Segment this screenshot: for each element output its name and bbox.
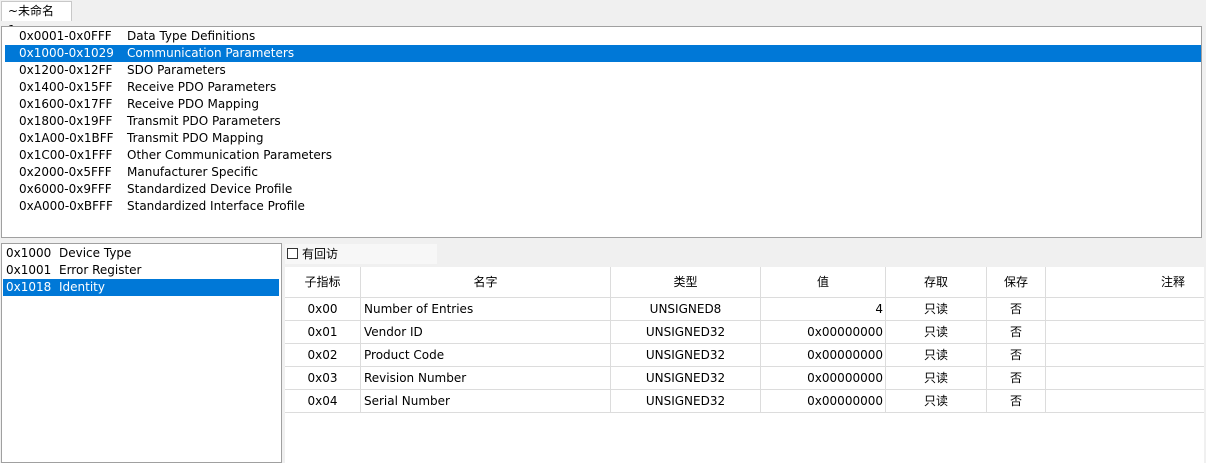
cell-comment[interactable] <box>1046 321 1204 343</box>
range-item-range: 0x1400-0x15FF <box>19 80 113 94</box>
cell-access: 只读 <box>886 390 987 412</box>
cell-type: UNSIGNED32 <box>611 321 761 343</box>
cell-comment[interactable] <box>1046 298 1204 320</box>
cell-type: UNSIGNED32 <box>611 344 761 366</box>
range-item-range: 0x0001-0x0FFF <box>19 29 112 43</box>
range-item[interactable]: 0x6000-0x9FFF Standardized Device Profile <box>5 181 1201 198</box>
range-item-name: Receive PDO Parameters <box>127 80 277 94</box>
range-item-name: Manufacturer Specific <box>127 165 258 179</box>
cell-subindex: 0x03 <box>285 367 361 389</box>
object-item[interactable]: 0x1018 Identity <box>3 279 279 296</box>
cell-value[interactable]: 0x00000000 <box>761 321 886 343</box>
cell-access: 只读 <box>886 298 987 320</box>
cell-subindex: 0x01 <box>285 321 361 343</box>
object-item[interactable]: 0x1000 Device Type <box>3 245 279 262</box>
range-item-name: Standardized Interface Profile <box>127 199 305 213</box>
range-item[interactable]: 0x1C00-0x1FFF Other Communication Paramet… <box>5 147 1201 164</box>
header-access[interactable]: 存取 <box>886 267 987 297</box>
range-item-range: 0x1A00-0x1BFF <box>19 131 114 145</box>
cell-value[interactable]: 0x00000000 <box>761 344 886 366</box>
range-item[interactable]: 0x1A00-0x1BFF Transmit PDO Mapping <box>5 130 1201 147</box>
range-item-range: 0x1000-0x1029 <box>19 46 114 60</box>
cell-comment[interactable] <box>1046 367 1204 389</box>
table-header: 子指标 名字 类型 值 存取 保存 注释 <box>285 267 1204 298</box>
range-item-range: 0xA000-0xBFFF <box>19 199 113 213</box>
cell-subindex: 0x00 <box>285 298 361 320</box>
cell-name: Number of Entries <box>361 298 611 320</box>
cell-comment[interactable] <box>1046 390 1204 412</box>
range-item-range: 0x1200-0x12FF <box>19 63 113 77</box>
range-item-name: Receive PDO Mapping <box>127 97 260 111</box>
header-subindex[interactable]: 子指标 <box>285 267 361 297</box>
range-item-name: Other Communication Parameters <box>127 148 332 162</box>
range-item-name: Transmit PDO Parameters <box>127 114 281 128</box>
cell-access: 只读 <box>886 344 987 366</box>
cell-save: 否 <box>987 390 1046 412</box>
subindex-table: 子指标 名字 类型 值 存取 保存 注释 0x00 Number of Entri… <box>285 267 1204 463</box>
cell-value[interactable]: 4 <box>761 298 886 320</box>
cell-value[interactable]: 0x00000000 <box>761 390 886 412</box>
cell-save: 否 <box>987 367 1046 389</box>
range-item-range: 0x1C00-0x1FFF <box>19 148 113 162</box>
table-row[interactable]: 0x03 Revision Number UNSIGNED32 0x00000000 只… <box>285 367 1204 390</box>
object-item-name: Error Register <box>59 263 142 277</box>
header-type[interactable]: 类型 <box>611 267 761 297</box>
range-item-name: SDO Parameters <box>127 63 226 77</box>
readback-checkbox[interactable] <box>287 248 298 259</box>
cell-type: UNSIGNED8 <box>611 298 761 320</box>
range-item[interactable]: 0x1200-0x12FF SDO Parameters <box>5 62 1201 79</box>
cell-name: Vendor ID <box>361 321 611 343</box>
cell-save: 否 <box>987 321 1046 343</box>
cell-type: UNSIGNED32 <box>611 390 761 412</box>
object-item-index: 0x1018 <box>6 280 52 294</box>
readback-label: 有回访 <box>302 247 339 261</box>
object-index-list[interactable]: 0x1000 Device Type 0x1001 Error Register 0x1… <box>1 243 282 463</box>
range-item-name: Communication Parameters <box>127 46 295 60</box>
object-range-list[interactable]: 0x0001-0x0FFF Data Type Definitions 0x1000… <box>1 26 1202 238</box>
range-item[interactable]: 0x1600-0x17FF Receive PDO Mapping <box>5 96 1201 113</box>
range-item[interactable]: 0x0001-0x0FFF Data Type Definitions <box>5 28 1201 45</box>
table-row[interactable]: 0x00 Number of Entries UNSIGNED8 4 只读否 <box>285 298 1204 321</box>
object-item-index: 0x1001 <box>6 263 52 277</box>
header-comment[interactable]: 注释 <box>1046 267 1204 297</box>
readback-option[interactable]: 有回访 <box>285 244 437 264</box>
object-item-name: Identity <box>59 280 105 294</box>
range-item-name: Transmit PDO Mapping <box>127 131 264 145</box>
range-item[interactable]: 0x1400-0x15FF Receive PDO Parameters <box>5 79 1201 96</box>
range-item-range: 0x2000-0x5FFF <box>19 165 112 179</box>
range-item[interactable]: 0x1000-0x1029 Communication Parameters <box>5 45 1201 62</box>
header-save[interactable]: 保存 <box>987 267 1046 297</box>
cell-save: 否 <box>987 344 1046 366</box>
range-item-range: 0x1600-0x17FF <box>19 97 113 111</box>
range-item-range: 0x1800-0x19FF <box>19 114 113 128</box>
object-item[interactable]: 0x1001 Error Register <box>3 262 279 279</box>
header-value[interactable]: 值 <box>761 267 886 297</box>
cell-access: 只读 <box>886 367 987 389</box>
cell-name: Serial Number <box>361 390 611 412</box>
cell-save: 否 <box>987 298 1046 320</box>
range-item-name: Data Type Definitions <box>127 29 256 43</box>
range-item[interactable]: 0x2000-0x5FFF Manufacturer Specific <box>5 164 1201 181</box>
range-item-name: Standardized Device Profile <box>127 182 293 196</box>
object-item-index: 0x1000 <box>6 246 52 260</box>
object-item-name: Device Type <box>59 246 132 260</box>
range-item[interactable]: 0x1800-0x19FF Transmit PDO Parameters <box>5 113 1201 130</box>
cell-access: 只读 <box>886 321 987 343</box>
header-name[interactable]: 名字 <box>361 267 611 297</box>
cell-name: Revision Number <box>361 367 611 389</box>
document-tab[interactable]: ~未命名1~ <box>1 1 72 37</box>
table-row[interactable]: 0x04 Serial Number UNSIGNED32 0x00000000 只读否 <box>285 390 1204 413</box>
cell-comment[interactable] <box>1046 344 1204 366</box>
cell-value[interactable]: 0x00000000 <box>761 367 886 389</box>
cell-subindex: 0x04 <box>285 390 361 412</box>
range-item-range: 0x6000-0x9FFF <box>19 182 112 196</box>
table-row[interactable]: 0x01 Vendor ID UNSIGNED32 0x00000000 只读否 <box>285 321 1204 344</box>
cell-name: Product Code <box>361 344 611 366</box>
table-row[interactable]: 0x02 Product Code UNSIGNED32 0x00000000 只读否 <box>285 344 1204 367</box>
cell-type: UNSIGNED32 <box>611 367 761 389</box>
cell-subindex: 0x02 <box>285 344 361 366</box>
range-item[interactable]: 0xA000-0xBFFF Standardized Interface Prof… <box>5 198 1201 215</box>
